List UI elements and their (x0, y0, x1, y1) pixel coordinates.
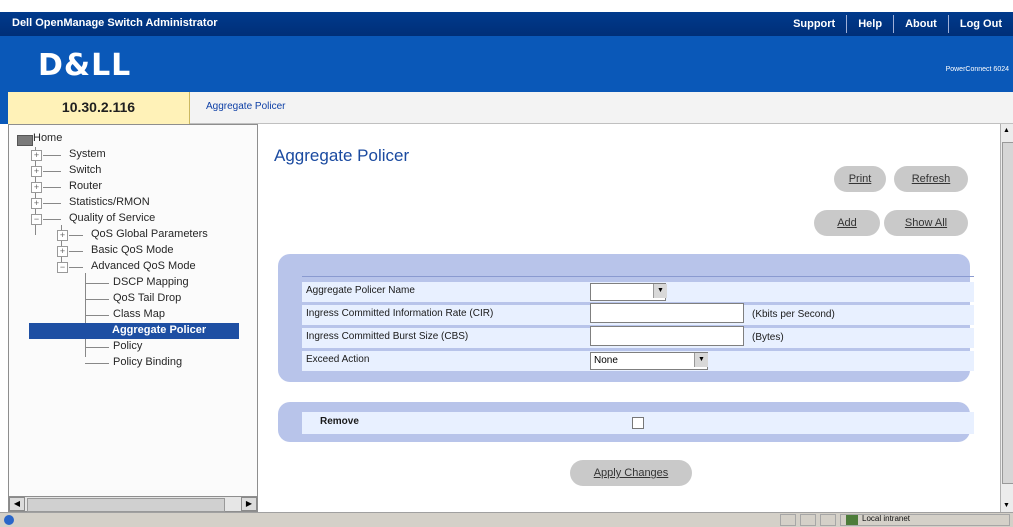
status-bar: Local intranet (0, 512, 1013, 527)
breadcrumb[interactable]: Aggregate Policer (206, 101, 286, 112)
tree-line (85, 363, 109, 364)
main-content: Aggregate Policer Print Refresh Add Show… (258, 124, 1000, 512)
about-link[interactable]: About (894, 18, 948, 30)
tree-line (85, 283, 109, 284)
remove-label: Remove (320, 416, 359, 427)
form-row: Ingress Committed Burst Size (CBS) (Byte… (302, 326, 974, 348)
expand-icon[interactable]: + (31, 198, 42, 209)
chevron-down-icon[interactable]: ▼ (694, 353, 708, 367)
tree-line (69, 235, 83, 236)
aggregate-policer-name-label: Aggregate Policer Name (306, 285, 415, 296)
app-title: Dell OpenManage Switch Administrator (12, 17, 218, 29)
logout-link[interactable]: Log Out (949, 18, 1013, 30)
scroll-thumb[interactable] (27, 498, 225, 512)
collapse-icon[interactable]: − (31, 214, 42, 225)
help-link[interactable]: Help (847, 18, 893, 30)
tree-line (69, 251, 83, 252)
cbs-unit: (Bytes) (752, 332, 784, 343)
status-pane (780, 514, 796, 526)
expand-icon[interactable]: + (31, 166, 42, 177)
form-row: Aggregate Policer Name ▼ (302, 282, 974, 302)
breadcrumb-bar: Aggregate Policer (190, 92, 1013, 124)
tree-item-policy[interactable]: Policy (113, 340, 142, 352)
tree-item-statistics-rmon[interactable]: Statistics/RMON (69, 196, 150, 208)
expand-icon[interactable]: + (31, 182, 42, 193)
tree-item-router[interactable]: Router (69, 180, 102, 192)
status-pane (820, 514, 836, 526)
apply-changes-button[interactable]: Apply Changes (570, 460, 692, 486)
tree-line (43, 219, 61, 220)
policer-form-panel: Aggregate Policer Name ▼ Ingress Committ… (278, 254, 974, 382)
scroll-thumb[interactable] (1002, 142, 1013, 484)
divider (302, 276, 974, 277)
tree-item-aggregate-policer[interactable]: Aggregate Policer (109, 324, 210, 336)
page-title: Aggregate Policer (274, 146, 410, 165)
tree-line (43, 155, 61, 156)
tree-item-quality-of-service[interactable]: Quality of Service (69, 212, 155, 224)
support-link[interactable]: Support (782, 18, 846, 30)
tree-item-advanced-qos-mode[interactable]: Advanced QoS Mode (91, 260, 196, 272)
top-links: Support Help About Log Out (782, 12, 1013, 36)
tree-line (43, 187, 61, 188)
scroll-left-icon[interactable]: ◀ (9, 497, 25, 511)
banner-edge (0, 92, 8, 124)
status-pane (800, 514, 816, 526)
form-row: Ingress Committed Information Rate (CIR)… (302, 303, 974, 325)
refresh-button[interactable]: Refresh (894, 166, 968, 192)
expand-icon[interactable]: + (31, 150, 42, 161)
exceed-action-label: Exceed Action (306, 354, 370, 365)
security-zone: Local intranet (862, 514, 911, 523)
tree-item-class-map[interactable]: Class Map (113, 308, 165, 320)
home-icon (17, 135, 33, 146)
tree-item-switch[interactable]: Switch (69, 164, 101, 176)
remove-checkbox[interactable] (632, 417, 644, 429)
chevron-down-icon[interactable]: ▼ (653, 284, 667, 298)
exceed-action-select[interactable]: None (590, 352, 708, 370)
ie-page-icon (4, 515, 14, 525)
cbs-input[interactable] (590, 326, 744, 346)
cir-label: Ingress Committed Information Rate (CIR) (306, 308, 494, 319)
banner: D&LL PowerConnect 6024 (0, 36, 1013, 92)
tree-item-policy-binding[interactable]: Policy Binding (113, 356, 182, 368)
nav-horizontal-scrollbar[interactable]: ◀ ▶ (8, 496, 258, 512)
tree-item-system[interactable]: System (69, 148, 106, 160)
exceed-action-value: None (594, 355, 618, 366)
form-row: Remove (302, 412, 974, 434)
expand-icon[interactable]: + (57, 246, 68, 257)
cir-input[interactable] (590, 303, 744, 323)
tree-line (85, 315, 109, 316)
tree-item-qos-global-parameters[interactable]: QoS Global Parameters (91, 228, 208, 240)
tree-item-basic-qos-mode[interactable]: Basic QoS Mode (91, 244, 174, 256)
tree-item-qos-tail-drop[interactable]: QoS Tail Drop (113, 292, 181, 304)
tree-line (43, 171, 61, 172)
collapse-icon[interactable]: − (57, 262, 68, 273)
tree-item-dscp-mapping[interactable]: DSCP Mapping (113, 276, 189, 288)
content-vertical-scrollbar[interactable]: ▲ ▼ (1000, 124, 1013, 512)
remove-panel: Remove (278, 402, 974, 442)
scroll-right-icon[interactable]: ▶ (241, 497, 257, 511)
expand-icon[interactable]: + (57, 230, 68, 241)
show-all-button[interactable]: Show All (884, 210, 968, 236)
tree-line (43, 203, 61, 204)
add-button[interactable]: Add (814, 210, 880, 236)
dell-logo: D&LL (38, 48, 132, 83)
scroll-down-icon[interactable]: ▼ (1003, 502, 1010, 509)
form-row: Exceed Action None ▼ (302, 351, 974, 371)
intranet-zone-icon (846, 515, 858, 525)
cbs-label: Ingress Committed Burst Size (CBS) (306, 331, 469, 342)
navigation-tree: Home + System + Switch + Router + Statis… (8, 124, 258, 516)
device-ip: 10.30.2.116 (8, 92, 190, 124)
title-bar: Dell OpenManage Switch Administrator Sup… (0, 0, 1013, 36)
tree-line (69, 267, 83, 268)
tree-line (85, 299, 109, 300)
print-button[interactable]: Print (834, 166, 886, 192)
tree-line (85, 347, 109, 348)
cir-unit: (Kbits per Second) (752, 309, 835, 320)
tree-item-home[interactable]: Home (33, 132, 62, 144)
product-model: PowerConnect 6024 (945, 66, 1009, 73)
scroll-up-icon[interactable]: ▲ (1003, 127, 1010, 134)
